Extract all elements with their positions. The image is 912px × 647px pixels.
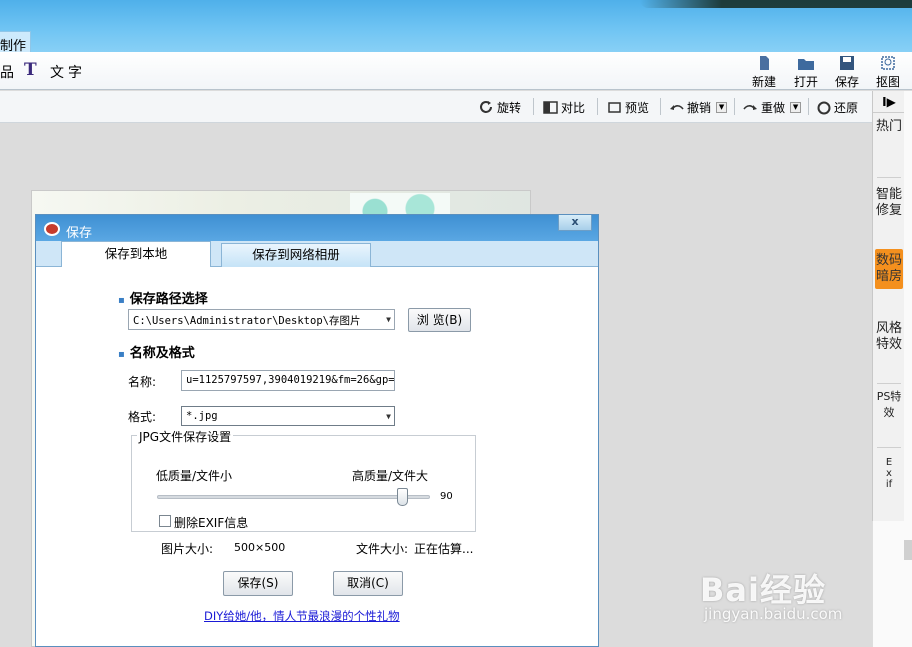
cut-tool-fragment[interactable]: 品 — [0, 62, 14, 82]
edit-toolbar: 旋转 对比 预览 撤销 ▼ 重做 ▼ 还原 — [0, 91, 872, 123]
high-quality-label: 高质量/文件大 — [352, 469, 429, 483]
save-path-value: C:\Users\Administrator\Desktop\存图片 — [133, 315, 361, 327]
side-item-style-effects[interactable]: 风格特效 — [875, 321, 903, 353]
file-size-value: 正在估算... — [414, 542, 474, 556]
tab-save-local[interactable]: 保存到本地 — [61, 241, 211, 268]
side-item-digital-darkroom[interactable]: 数码暗房 — [875, 249, 903, 289]
promo-link[interactable]: DIY给她/他，情人节最浪漫的个性礼物 — [204, 608, 400, 624]
browse-button[interactable]: 浏 览(B) — [408, 308, 471, 332]
rotate-button[interactable]: 旋转 — [479, 99, 521, 116]
watermark-url: jingyan.baidu.com — [704, 605, 843, 623]
name-label: 名称: — [128, 375, 157, 389]
divider — [877, 447, 901, 448]
dialog-title: 保存 — [66, 226, 93, 241]
floppy-disk-icon — [840, 56, 854, 70]
toolbar-divider — [808, 98, 809, 115]
new-button[interactable]: 新建 — [752, 55, 776, 90]
folder-icon — [798, 59, 814, 70]
side-panel-footer — [872, 521, 904, 647]
strip-exif-checkbox[interactable] — [159, 515, 171, 527]
quality-slider-thumb[interactable] — [396, 488, 408, 506]
compare-label: 对比 — [561, 101, 586, 115]
quality-slider-track[interactable] — [157, 495, 430, 499]
divider — [877, 383, 901, 384]
side-item-exif[interactable]: Exif — [885, 457, 893, 490]
dialog-titlebar[interactable]: 保存 x — [36, 215, 598, 241]
toolbar-divider — [533, 98, 534, 115]
redo-icon — [743, 104, 757, 110]
capture-icon — [881, 56, 895, 70]
text-tool-label[interactable]: 文字 — [50, 62, 86, 82]
undo-icon — [670, 104, 684, 110]
quality-value: 90 — [440, 491, 453, 502]
name-section-title: 名称及格式 — [118, 342, 195, 361]
app-titlebar: 制作 — [0, 0, 912, 54]
new-label: 新建 — [752, 75, 777, 89]
undo-button[interactable]: 撤销 ▼ — [669, 99, 728, 116]
panel-toggle[interactable]: I▶ — [873, 91, 905, 113]
rotate-icon — [480, 101, 492, 113]
save-toolbar-label: 保存 — [835, 75, 860, 89]
image-size-value: 500×500 — [234, 541, 286, 554]
titlebar-decoration — [640, 0, 912, 8]
save-path-combo[interactable]: C:\Users\Administrator\Desktop\存图片 ▼ — [128, 309, 395, 330]
right-edge-strip — [904, 91, 912, 647]
open-button[interactable]: 打开 — [794, 55, 818, 90]
capture-button[interactable]: 抠图 — [876, 55, 900, 90]
chevron-down-icon[interactable]: ▼ — [386, 315, 391, 324]
open-label: 打开 — [794, 75, 819, 89]
preview-label: 预览 — [625, 101, 650, 115]
toolbar-divider — [660, 98, 661, 115]
capture-label: 抠图 — [876, 75, 901, 89]
chevron-down-icon[interactable]: ▼ — [716, 102, 728, 113]
text-icon[interactable]: T — [24, 60, 37, 80]
save-button[interactable]: 保存(S) — [223, 571, 293, 596]
file-size-label: 文件大小: — [356, 542, 409, 556]
dialog-tabs: 保存到本地 保存到网络相册 — [36, 241, 598, 268]
low-quality-label: 低质量/文件小 — [156, 469, 233, 483]
compare-icon — [543, 101, 558, 114]
undo-label: 撤销 — [687, 101, 712, 115]
side-item-hot[interactable]: 热门 — [875, 119, 903, 135]
toolbar-divider — [597, 98, 598, 115]
dialog-body: 保存路径选择 C:\Users\Administrator\Desktop\存图… — [36, 267, 598, 646]
side-item-smart-repair[interactable]: 智能修复 — [875, 187, 903, 219]
toolbar-divider — [734, 98, 735, 115]
redo-label: 重做 — [761, 101, 786, 115]
path-section-title: 保存路径选择 — [118, 288, 208, 307]
save-toolbar-button[interactable]: 保存 — [835, 55, 859, 90]
format-select[interactable]: *.jpg ▼ — [181, 406, 395, 426]
preview-icon — [608, 102, 621, 113]
redo-button[interactable]: 重做 ▼ — [743, 99, 802, 116]
save-dialog: 保存 x 保存到本地 保存到网络相册 保存路径选择 C:\Users\Admin… — [35, 214, 599, 647]
format-value: *.jpg — [186, 410, 218, 422]
restore-label: 还原 — [834, 101, 859, 115]
restore-button[interactable]: 还原 — [817, 99, 858, 116]
right-edge-scroll[interactable] — [904, 540, 912, 560]
divider — [877, 177, 901, 178]
format-label: 格式: — [128, 410, 157, 424]
app-logo-icon — [44, 222, 60, 236]
compare-button[interactable]: 对比 — [543, 99, 585, 116]
close-button[interactable]: x — [558, 215, 592, 231]
strip-exif-label[interactable]: 删除EXIF信息 — [174, 514, 248, 531]
image-size-label: 图片大小: — [161, 542, 214, 556]
jpg-settings-group: JPG文件保存设置 低质量/文件小 高质量/文件大 90 删除EXIF信息 — [131, 428, 476, 532]
chevron-down-icon[interactable]: ▼ — [386, 412, 391, 421]
chevron-down-icon[interactable]: ▼ — [790, 102, 802, 113]
preview-button[interactable]: 预览 — [607, 99, 649, 116]
new-file-icon — [760, 56, 769, 70]
side-item-ps-effects[interactable]: PS特效 — [875, 389, 903, 421]
effects-side-panel: I▶ 热门 智能修复 数码暗房 风格特效 PS特效 Exif — [872, 91, 905, 521]
jpg-settings-title: JPG文件保存设置 — [137, 428, 234, 445]
rotate-label: 旋转 — [497, 101, 522, 115]
tab-save-online[interactable]: 保存到网络相册 — [221, 243, 371, 267]
restore-icon — [817, 101, 831, 114]
tab-make[interactable]: 制作 — [0, 31, 31, 54]
main-toolbar: 品 T 文字 新建 打开 保存 抠图 — [0, 52, 912, 90]
cancel-button[interactable]: 取消(C) — [333, 571, 403, 596]
file-name-input[interactable]: u=1125797597,3904019219&fm=26&gp=0_ — [181, 370, 395, 391]
